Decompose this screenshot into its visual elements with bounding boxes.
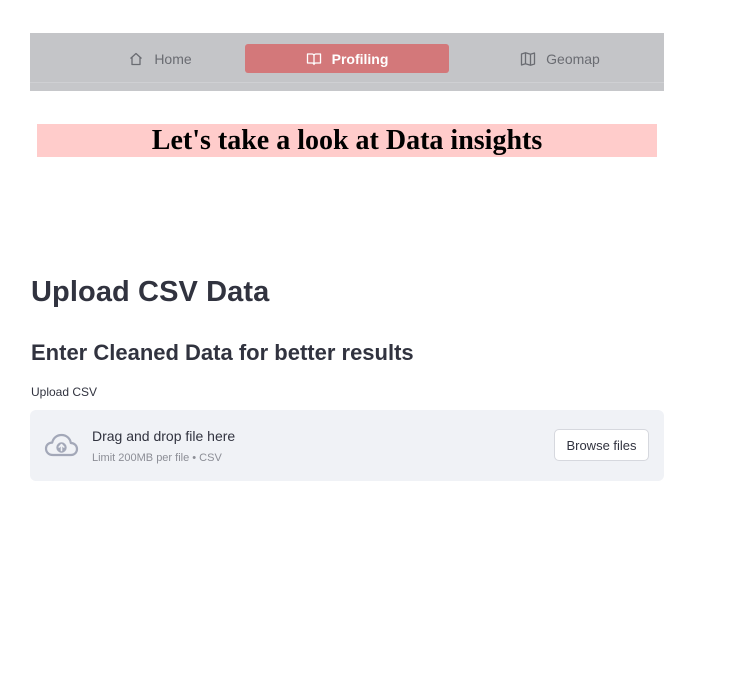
nav-item-label: Geomap xyxy=(546,50,600,67)
browse-files-button[interactable]: Browse files xyxy=(554,429,649,461)
nav-item-label: Profiling xyxy=(331,50,389,67)
book-icon xyxy=(306,51,322,67)
uploader-label: Upload CSV xyxy=(31,385,98,399)
home-icon xyxy=(128,51,144,67)
nav-item-label: Home xyxy=(154,50,192,67)
dropzone-limit-text: Limit 200MB per file • CSV xyxy=(92,452,222,464)
insights-banner: Let's take a look at Data insights xyxy=(37,124,657,157)
navbar-divider xyxy=(30,82,664,91)
nav-item-profiling[interactable]: Profiling xyxy=(245,44,449,73)
dropzone-instruction: Drag and drop file here xyxy=(92,428,236,444)
map-icon xyxy=(520,51,536,67)
nav-item-home[interactable]: Home xyxy=(100,44,220,73)
navbar: Home Profiling Geomap xyxy=(30,33,664,91)
page-title: Upload CSV Data xyxy=(31,276,270,308)
file-dropzone[interactable]: Drag and drop file here Limit 200MB per … xyxy=(30,410,664,481)
page-subtitle: Enter Cleaned Data for better results xyxy=(31,340,414,365)
page: Home Profiling Geomap Let's take a look … xyxy=(0,0,737,693)
nav-item-geomap[interactable]: Geomap xyxy=(500,44,620,73)
cloud-upload-icon xyxy=(44,432,79,458)
